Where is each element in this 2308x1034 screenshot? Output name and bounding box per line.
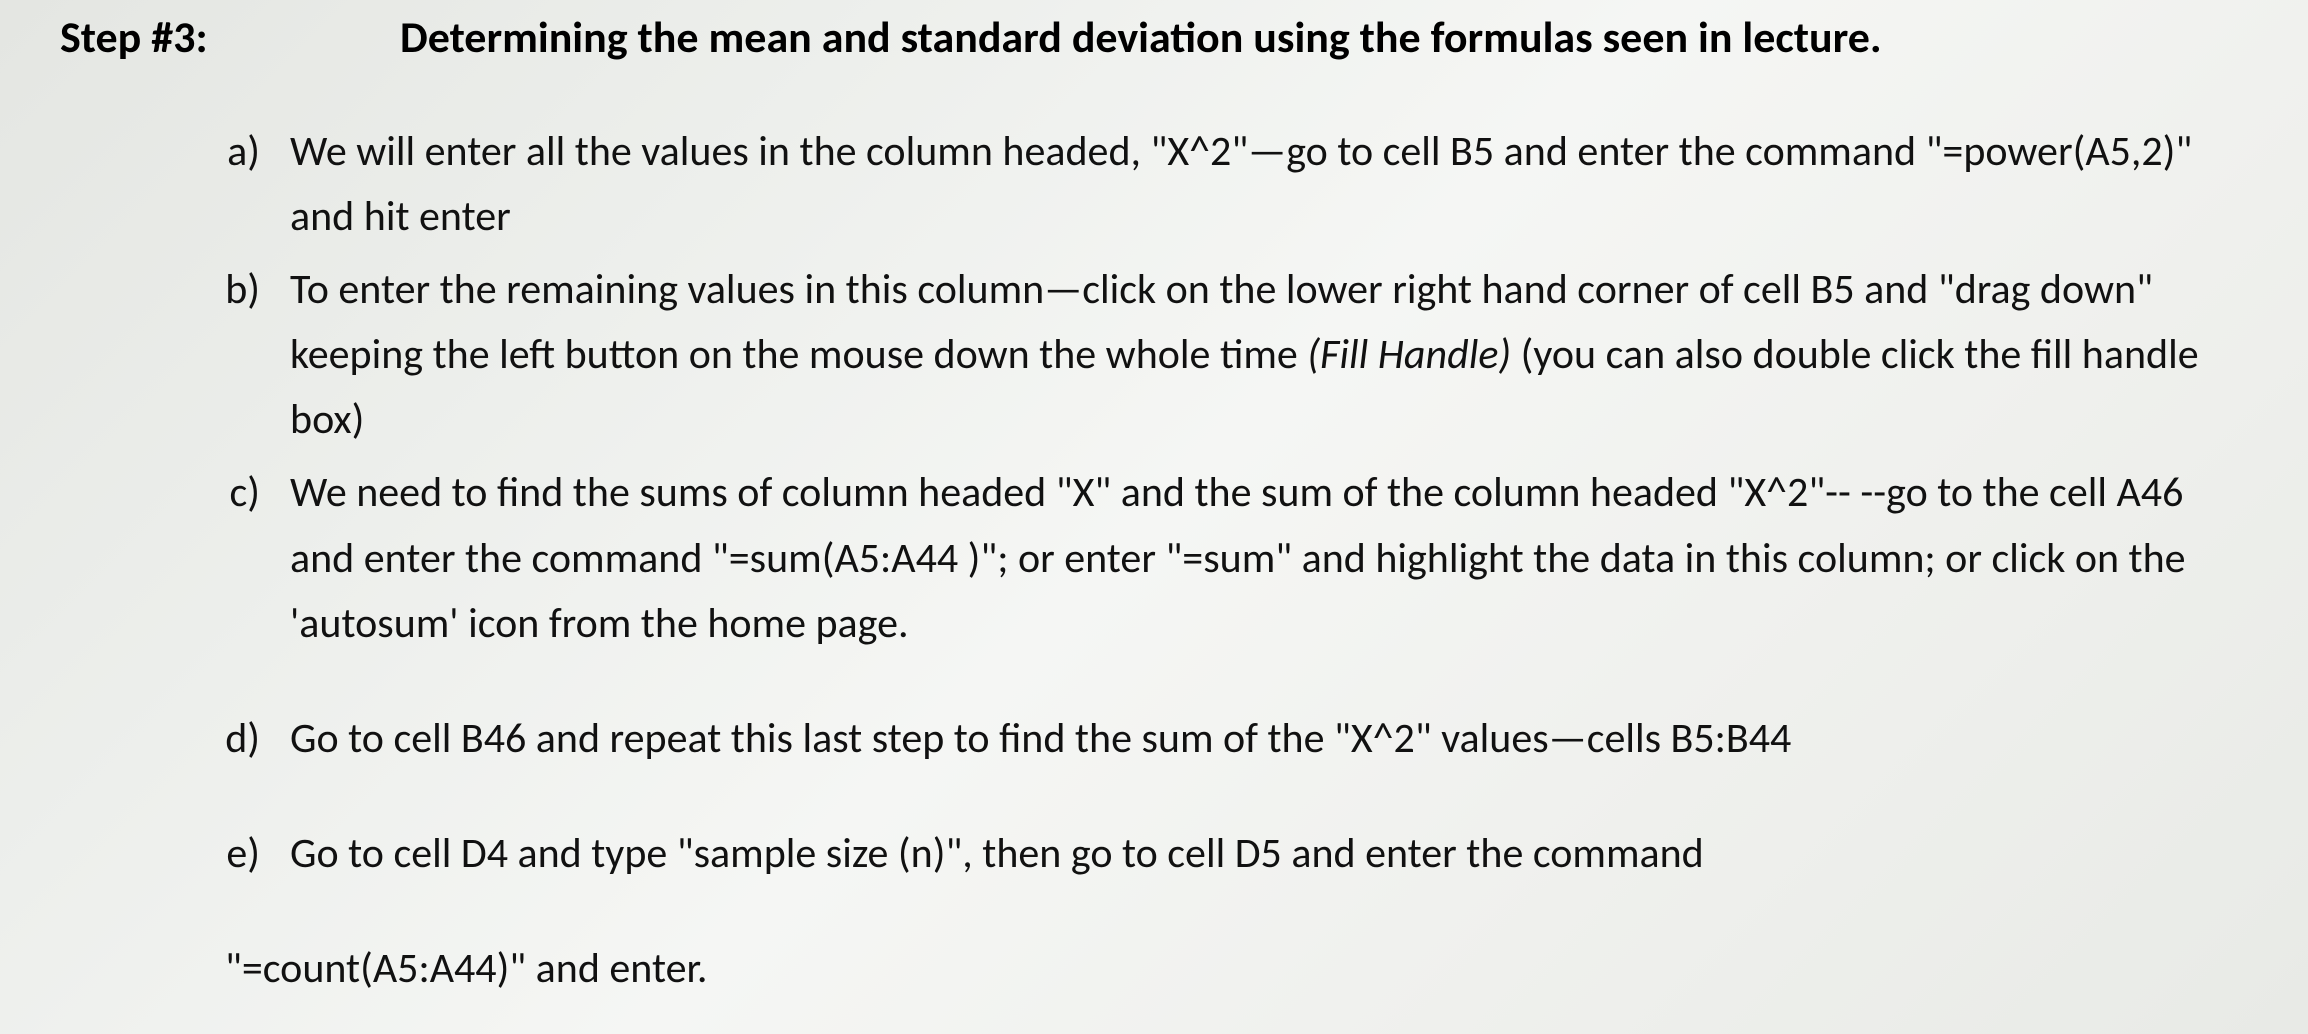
list-marker: c) <box>210 460 290 525</box>
list-body: We will enter all the values in the colu… <box>290 119 2248 249</box>
list-item-e: e) Go to cell D4 and type "sample size (… <box>210 821 2248 886</box>
instruction-list: a) We will enter all the values in the c… <box>60 119 2248 886</box>
list-body: Go to cell B46 and repeat this last step… <box>290 706 1791 771</box>
list-marker: d) <box>210 706 290 771</box>
list-item-c: c) We need to find the sums of column he… <box>210 460 2248 655</box>
list-marker: b) <box>210 257 290 322</box>
list-item-d: d) Go to cell B46 and repeat this last s… <box>210 706 2248 771</box>
list-marker: e) <box>210 821 290 886</box>
text: We need to find the sums of column heade… <box>290 467 2186 648</box>
continuation-line: "=count(A5:A44)" and enter. <box>60 936 2248 1001</box>
text: We will enter all the values in the colu… <box>290 126 2192 242</box>
step-title: Determining the mean and standard deviat… <box>400 10 1882 64</box>
list-item-b: b) To enter the remaining values in this… <box>210 257 2248 452</box>
text: Go to cell B46 and repeat this last step… <box>290 713 1791 764</box>
list-marker: a) <box>210 119 290 184</box>
list-body: To enter the remaining values in this co… <box>290 257 2248 452</box>
list-body: We need to find the sums of column heade… <box>290 460 2248 655</box>
list-body: Go to cell D4 and type "sample size (n)"… <box>290 821 1704 886</box>
text: Go to cell D4 and type "sample size (n)"… <box>290 828 1704 879</box>
document-page: Step #3: Determining the mean and standa… <box>0 0 2308 1034</box>
step-header: Step #3: Determining the mean and standa… <box>60 10 2248 64</box>
italic-text: (Fill Handle) <box>1307 329 1511 380</box>
step-label: Step #3: <box>60 10 400 64</box>
list-item-a: a) We will enter all the values in the c… <box>210 119 2248 249</box>
